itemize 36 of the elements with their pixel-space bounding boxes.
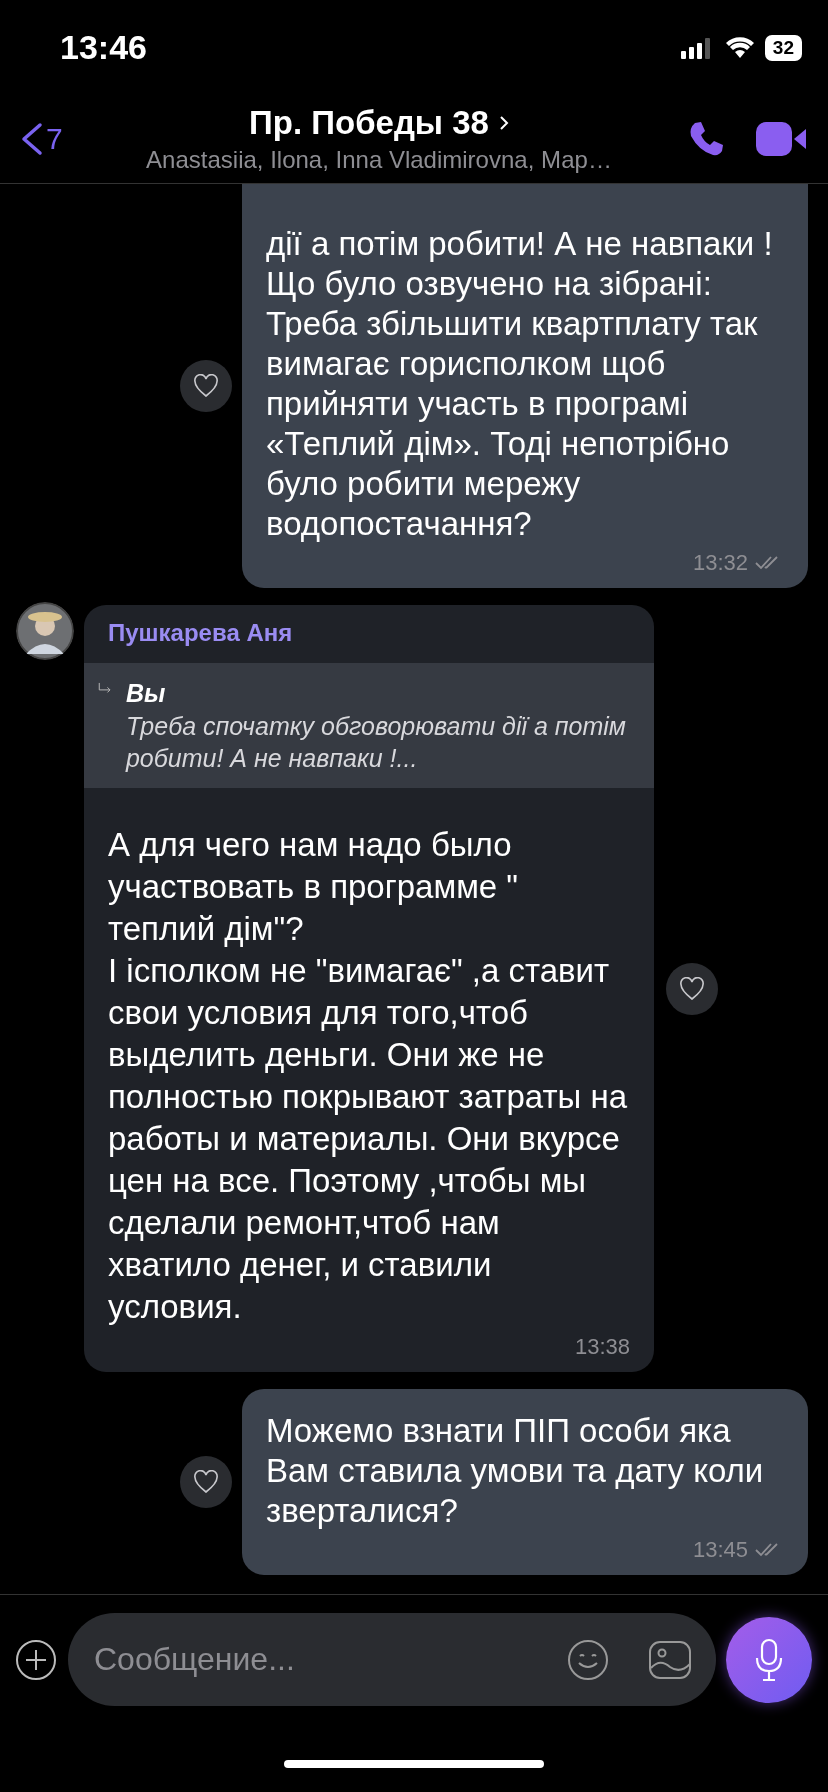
plus-icon	[14, 1637, 58, 1682]
message-field[interactable]: Сообщение...	[92, 1640, 528, 1679]
like-button[interactable]	[180, 360, 232, 412]
gallery-button[interactable]	[648, 1639, 692, 1680]
message-time: 13:38	[574, 1334, 630, 1360]
sender-name: Пушкарева Аня	[107, 618, 294, 648]
heart-icon	[193, 1470, 219, 1494]
message-bar[interactable]: Сообщение...	[68, 1613, 716, 1706]
message-time: 13:32	[692, 550, 748, 576]
heart-icon	[679, 976, 705, 1001]
microphone-icon	[754, 1637, 784, 1682]
chat-members: Anastasiia, Ilona, Inna Vladimirovna, Мар…	[146, 146, 612, 174]
smiley-icon	[566, 1637, 610, 1682]
quoted-author: Вы	[125, 679, 167, 708]
emoji-button[interactable]	[566, 1637, 610, 1682]
quoted-message[interactable]: Вы Треба спочатку обговорювати дії а потім робити! А не навпаки !...	[84, 663, 654, 788]
image-icon	[648, 1639, 692, 1680]
message-text: Можемо взнати ПІП особи яка Вам ставила умови та дату коли зверталися?	[266, 1411, 765, 1531]
video-camera-icon[interactable]	[756, 121, 808, 157]
back-button[interactable]: 7	[20, 122, 100, 156]
status-time: 13:46	[60, 28, 147, 67]
like-button[interactable]	[180, 1456, 232, 1508]
avatar[interactable]	[16, 602, 74, 660]
back-icon	[20, 122, 44, 156]
add-button[interactable]	[14, 1637, 58, 1682]
battery-level: 32	[764, 34, 802, 61]
chevron-icon	[498, 115, 509, 131]
microphone-button[interactable]	[726, 1616, 812, 1703]
message-text: дії а потім робити! А не навпаки ! Що було озвучено на зібрані: Треба збільшити квартплату так вимагає горисполком щоб прийняти участь в програмі «Теплий дім». Тоді непотрібно було робити мережу водопостачання?	[266, 224, 774, 544]
like-button[interactable]	[666, 962, 718, 1015]
wifi-icon	[724, 36, 755, 59]
message-text: А для чего нам надо было участвовать в программе " теплий дім"? І ісполком не "вимагає" ,а ставит свои условия для того,чтоб выделить деньги. Они же не полностью покрывают затраты на работы и материалы. Они вкурсе цен на все. Поэтому ,чтобы мы сделали ремонт,чтоб нам хватило денег, и ставили условия.	[108, 825, 629, 1327]
chat-title[interactable]: Пр. Победы 38	[249, 104, 489, 142]
message-time: 13:45	[692, 1537, 748, 1563]
heart-icon	[193, 374, 219, 398]
quoted-text: Треба спочатку обговорювати дії а потім робити! А не навпаки !...	[125, 711, 627, 774]
